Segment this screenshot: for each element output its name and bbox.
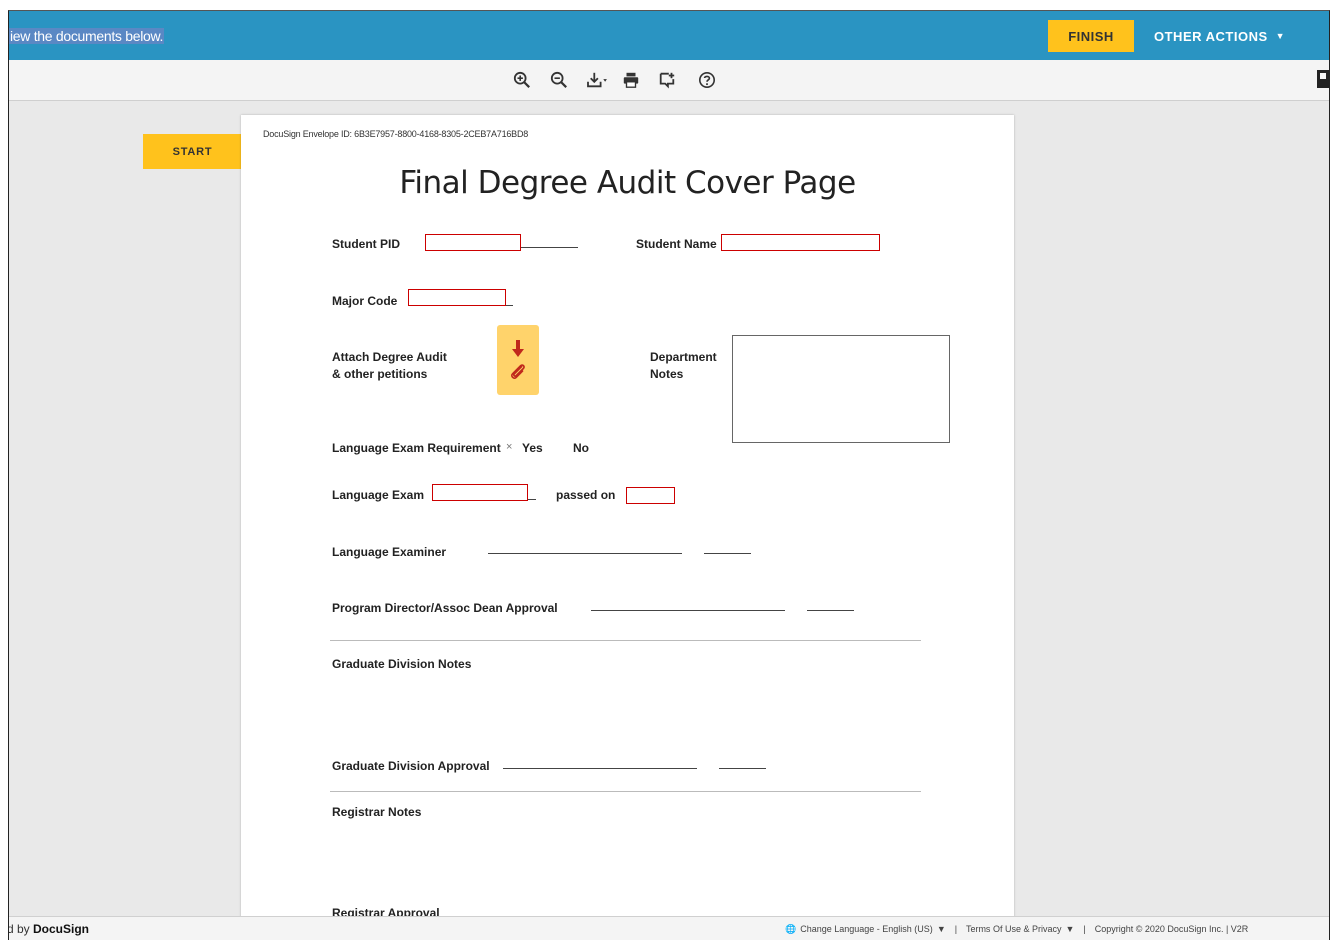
- no-option[interactable]: No: [573, 440, 589, 457]
- grad-date-line: [719, 768, 766, 769]
- language-examiner-label: Language Examiner: [332, 545, 447, 559]
- document-toolbar: [9, 60, 1329, 101]
- director-signature-line: [591, 610, 785, 611]
- caret-down-icon: ▼: [936, 924, 946, 934]
- docusign-logo-text: DocuSign: [33, 922, 90, 936]
- registrar-notes-label: Registrar Notes: [332, 805, 422, 819]
- terms-link[interactable]: Terms Of Use & Privacy: [966, 924, 1062, 934]
- yes-option[interactable]: Yes: [522, 440, 543, 457]
- passed-on-label: passed on: [556, 488, 616, 502]
- requirement-check-mark[interactable]: ×: [506, 441, 512, 453]
- program-director-label: Program Director/Assoc Dean Approval: [332, 601, 558, 615]
- language-exam-underline: [528, 499, 536, 500]
- caret-down-icon: ▼: [1275, 31, 1286, 41]
- footer-links: 🌐 Change Language - English (US) ▼ | Terms…: [785, 924, 1252, 935]
- student-pid-underline: [521, 247, 578, 248]
- download-arrow-icon: [512, 339, 524, 357]
- major-code-underline: [506, 305, 513, 306]
- caret-down-icon: ▼: [1065, 924, 1075, 934]
- change-language-link[interactable]: Change Language - English (US): [800, 924, 933, 934]
- globe-icon: 🌐: [785, 924, 797, 934]
- download-icon[interactable]: [581, 69, 613, 91]
- graduate-division-approval-label: Graduate Division Approval: [332, 759, 490, 773]
- student-name-label: Student Name: [636, 237, 717, 251]
- help-icon[interactable]: [694, 69, 720, 91]
- document-title: Final Degree Audit Cover Page: [399, 165, 856, 201]
- major-code-field[interactable]: [408, 289, 506, 306]
- print-icon[interactable]: [618, 69, 644, 91]
- comment-icon[interactable]: [654, 69, 680, 91]
- finish-button[interactable]: FINISH: [1048, 20, 1134, 52]
- attach-label-line2: & other petitions: [332, 367, 428, 381]
- start-button[interactable]: START: [143, 134, 242, 169]
- department-notes-field[interactable]: [732, 335, 950, 443]
- other-actions-menu[interactable]: OTHER ACTIONS ▼: [1154, 20, 1314, 52]
- document-page: DocuSign Envelope ID: 6B3E7957-8800-4168…: [241, 115, 1014, 940]
- footer-bar: d by DocuSign 🌐 Change Language - English…: [9, 916, 1329, 940]
- footer-separator: |: [1080, 924, 1089, 934]
- student-pid-label: Student PID: [332, 237, 400, 251]
- major-code-label: Major Code: [332, 294, 398, 308]
- attach-label-line1: Attach Degree Audit: [332, 350, 447, 364]
- director-date-line: [807, 610, 854, 611]
- passed-on-date-field[interactable]: [626, 487, 675, 504]
- footer-separator: |: [952, 924, 960, 934]
- envelope-id: DocuSign Envelope ID: 6B3E7957-8800-4168…: [263, 129, 529, 139]
- section-divider: [330, 791, 921, 792]
- zoom-in-icon[interactable]: [509, 69, 535, 91]
- student-name-field[interactable]: [721, 234, 880, 251]
- document-panel-icon[interactable]: [1315, 70, 1329, 88]
- dept-notes-label-line2: Notes: [650, 367, 684, 381]
- action-bar: iew the documents below. FINISH OTHER AC…: [9, 11, 1329, 60]
- dept-notes-label-line1: Department: [650, 350, 717, 364]
- other-actions-label: OTHER ACTIONS: [1154, 28, 1268, 44]
- attachment-button[interactable]: [497, 325, 539, 395]
- powered-by-prefix: d by: [8, 922, 34, 936]
- language-requirement-label: Language Exam Requirement: [332, 441, 501, 455]
- powered-by: d by DocuSign: [8, 922, 90, 936]
- graduate-division-notes-label: Graduate Division Notes: [332, 657, 472, 671]
- examiner-signature-line: [488, 553, 682, 554]
- zoom-out-icon[interactable]: [546, 69, 572, 91]
- grad-signature-line: [503, 768, 697, 769]
- section-divider: [330, 640, 921, 641]
- language-exam-label: Language Exam: [332, 488, 425, 502]
- examiner-date-line: [704, 553, 751, 554]
- instruction-message: iew the documents below.: [9, 28, 165, 44]
- paperclip-icon: [511, 363, 525, 379]
- student-pid-field[interactable]: [425, 234, 521, 251]
- docusign-signing-window: iew the documents below. FINISH OTHER AC…: [8, 10, 1330, 940]
- copyright-text: Copyright © 2020 DocuSign Inc. | V2R: [1094, 924, 1249, 934]
- language-exam-field[interactable]: [432, 484, 528, 501]
